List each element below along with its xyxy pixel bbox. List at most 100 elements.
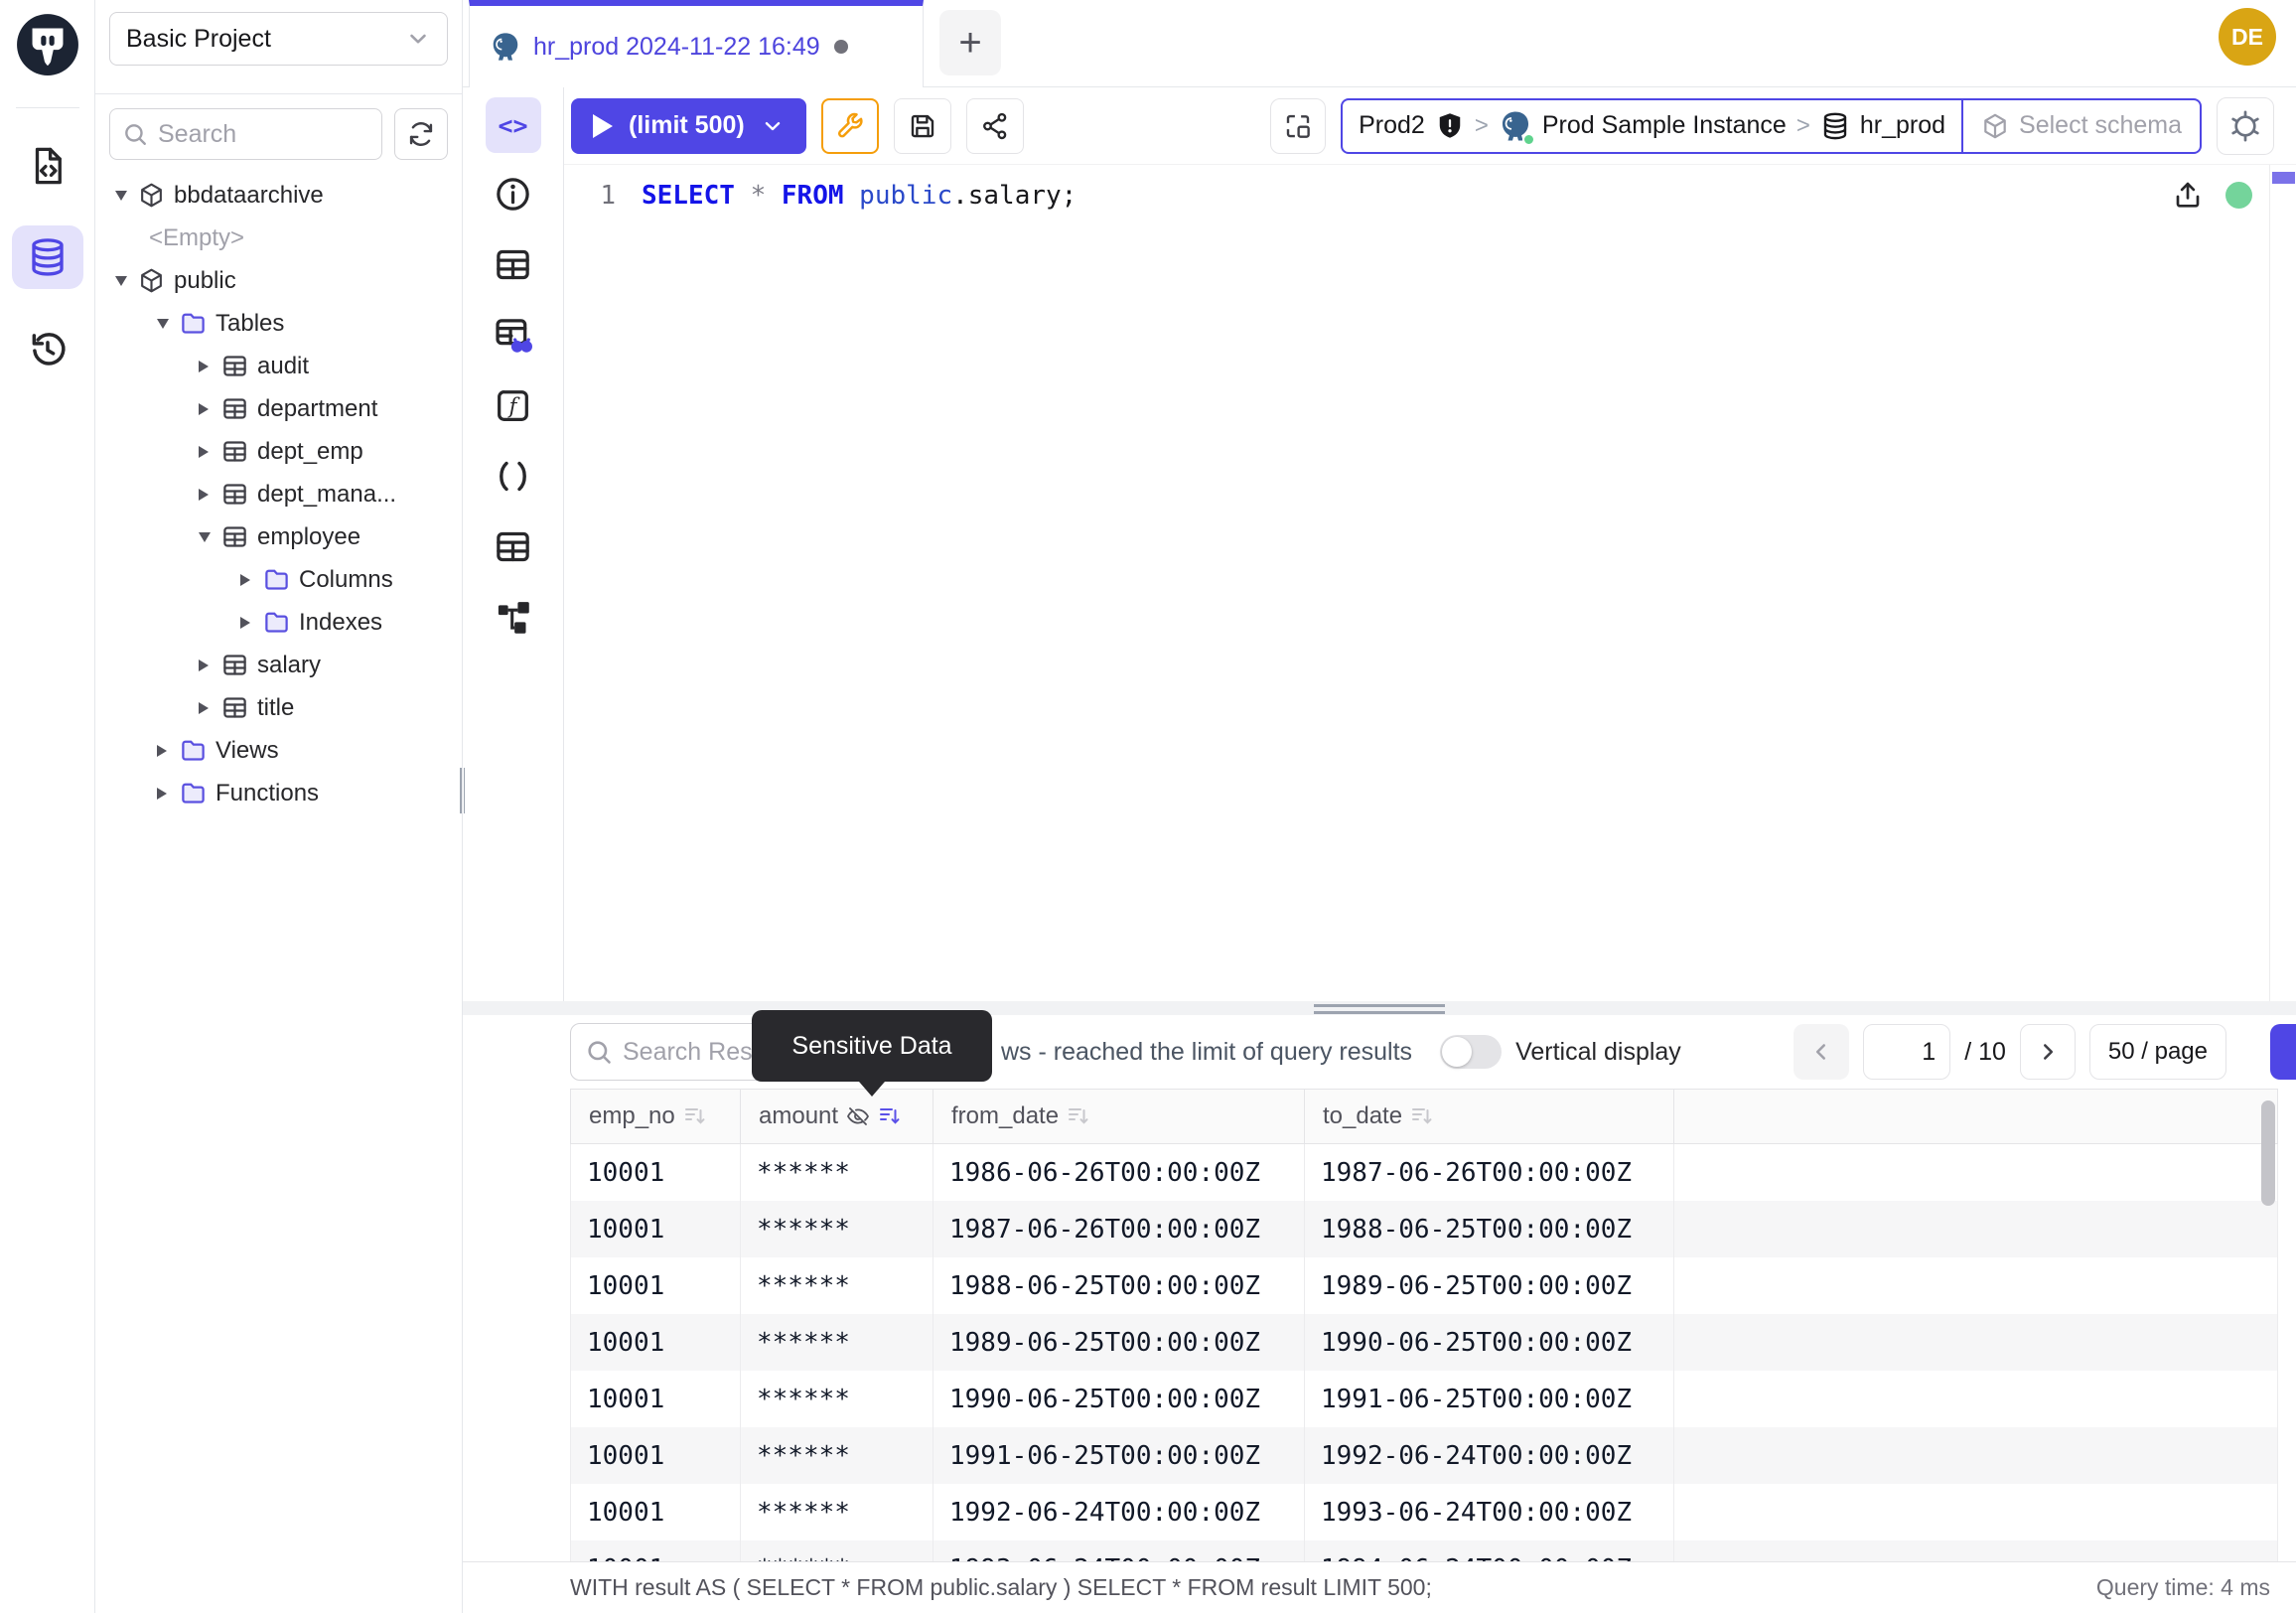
cell-masked[interactable]: ****** [741, 1371, 933, 1427]
rail-worksheet-button[interactable] [12, 134, 83, 198]
table-row[interactable]: 10001******1988-06-25T00:00:00Z1989-06-2… [571, 1257, 2277, 1314]
parentheses-icon[interactable] [494, 457, 532, 496]
cell[interactable]: 10001 [571, 1144, 741, 1201]
column-header-to-date[interactable]: to_date [1305, 1090, 1674, 1143]
bytebase-logo-icon[interactable] [15, 12, 80, 77]
avatar[interactable]: DE [2219, 8, 2276, 66]
cell-masked[interactable]: ****** [741, 1427, 933, 1484]
cell[interactable]: 10001 [571, 1484, 741, 1540]
column-header-emp-no[interactable]: emp_no [571, 1090, 741, 1143]
code-panel-toggle[interactable]: <> [486, 97, 541, 153]
cell[interactable]: 1992-06-24T00:00:00Z [1305, 1427, 1674, 1484]
sidebar-resize-handle[interactable] [460, 768, 465, 813]
vertical-display-toggle[interactable] [1440, 1035, 1502, 1069]
tree-item-employee[interactable]: employee [95, 515, 462, 558]
tree-item-functions[interactable]: Functions [95, 772, 462, 814]
page-size-select[interactable]: 50 / page [2089, 1024, 2226, 1080]
previous-page-button[interactable] [1794, 1024, 1849, 1080]
cell[interactable]: 1993-06-24T00:00:00Z [1305, 1484, 1674, 1540]
panel-resize-divider[interactable] [463, 1001, 2296, 1015]
table-row[interactable]: 10001******1993-06-24T00:00:00Z1994-06-2… [571, 1540, 2277, 1561]
tree-item-columns[interactable]: Columns [95, 558, 462, 601]
editor-overview-ruler[interactable] [2269, 165, 2296, 1001]
tree-item-tables[interactable]: Tables [95, 302, 462, 345]
cell[interactable]: 1986-06-26T00:00:00Z [933, 1144, 1305, 1201]
column-header-from-date[interactable]: from_date [933, 1090, 1305, 1143]
tree-item-department[interactable]: department [95, 387, 462, 430]
sidebar-search-input[interactable]: Search [109, 108, 382, 160]
eye-off-icon[interactable] [846, 1104, 870, 1128]
save-sheet-button[interactable] [894, 98, 951, 154]
cell[interactable]: 1990-06-25T00:00:00Z [1305, 1314, 1674, 1371]
table-row[interactable]: 10001******1992-06-24T00:00:00Z1993-06-2… [571, 1484, 2277, 1540]
scroll-thumb[interactable] [2272, 172, 2295, 184]
caret-down-icon[interactable] [157, 319, 171, 329]
cell[interactable]: 1990-06-25T00:00:00Z [933, 1371, 1305, 1427]
cell[interactable]: 1989-06-25T00:00:00Z [1305, 1257, 1674, 1314]
cell[interactable]: 1991-06-25T00:00:00Z [933, 1427, 1305, 1484]
project-selector[interactable]: Basic Project [109, 12, 448, 66]
tree-item-indexes[interactable]: Indexes [95, 601, 462, 644]
cell-masked[interactable]: ****** [741, 1201, 933, 1257]
caret-down-icon[interactable] [199, 532, 213, 542]
caret-right-icon[interactable] [199, 660, 213, 671]
refresh-schema-button[interactable] [394, 108, 448, 160]
new-tab-button[interactable]: + [939, 10, 1001, 75]
cell[interactable]: 1989-06-25T00:00:00Z [933, 1314, 1305, 1371]
worksheet-tab[interactable]: hr_prod 2024-11-22 16:49 [469, 0, 924, 87]
cell-masked[interactable]: ****** [741, 1144, 933, 1201]
sort-icon[interactable] [1410, 1104, 1434, 1128]
function-panel-icon[interactable] [494, 386, 532, 425]
cell-masked[interactable]: ****** [741, 1314, 933, 1371]
table-row[interactable]: 10001******1991-06-25T00:00:00Z1992-06-2… [571, 1427, 2277, 1484]
schema-diagram-icon[interactable] [494, 598, 532, 637]
page-number-input[interactable]: 1 [1863, 1024, 1950, 1080]
caret-right-icon[interactable] [199, 446, 213, 458]
tree-item-views[interactable]: Views [95, 729, 462, 772]
tree-item-public[interactable]: public [95, 259, 462, 302]
share-sheet-button[interactable] [966, 98, 1024, 154]
tree-item-audit[interactable]: audit [95, 345, 462, 387]
sort-icon[interactable] [1067, 1104, 1090, 1128]
sort-icon[interactable] [683, 1104, 707, 1128]
cell-masked[interactable]: ****** [741, 1484, 933, 1540]
sort-icon[interactable] [878, 1104, 902, 1128]
cell[interactable]: 1987-06-26T00:00:00Z [933, 1201, 1305, 1257]
tree-item-bbdataarchive[interactable]: bbdataarchive [95, 174, 462, 217]
export-button[interactable] [2270, 1024, 2296, 1080]
tree-item-title[interactable]: title [95, 686, 462, 729]
caret-right-icon[interactable] [199, 361, 213, 372]
tree-item-dept-emp[interactable]: dept_emp [95, 430, 462, 473]
cell-masked[interactable]: ****** [741, 1257, 933, 1314]
caret-right-icon[interactable] [157, 788, 171, 800]
table-row[interactable]: 10001******1989-06-25T00:00:00Z1990-06-2… [571, 1314, 2277, 1371]
chevron-down-icon[interactable] [761, 114, 785, 138]
schema-selector[interactable]: Select schema [1961, 100, 2200, 152]
cell[interactable]: 1988-06-25T00:00:00Z [1305, 1201, 1674, 1257]
table-row[interactable]: 10001******1990-06-25T00:00:00Z1991-06-2… [571, 1371, 2277, 1427]
table-row[interactable]: 10001******1986-06-26T00:00:00Z1987-06-2… [571, 1144, 2277, 1201]
cell[interactable]: 1991-06-25T00:00:00Z [1305, 1371, 1674, 1427]
table-panel-icon[interactable] [494, 245, 532, 284]
upload-sql-icon[interactable] [2172, 179, 2204, 211]
caret-right-icon[interactable] [240, 574, 254, 586]
cell[interactable]: 1994-06-24T00:00:00Z [1305, 1540, 1674, 1561]
cell[interactable]: 10001 [571, 1427, 741, 1484]
cell[interactable]: 10001 [571, 1540, 741, 1561]
connection-context[interactable]: Prod2 > Prod Sample Instance > hr_prod [1343, 100, 1961, 152]
ai-assistant-button[interactable] [2217, 97, 2274, 155]
masked-table-icon[interactable] [494, 316, 532, 355]
info-icon[interactable] [494, 175, 532, 214]
rail-history-button[interactable] [12, 317, 83, 380]
caret-right-icon[interactable] [199, 403, 213, 415]
admin-mode-button[interactable] [821, 98, 879, 154]
cell[interactable]: 10001 [571, 1257, 741, 1314]
rail-database-button[interactable] [12, 225, 83, 289]
cell[interactable]: 10001 [571, 1314, 741, 1371]
caret-right-icon[interactable] [199, 489, 213, 501]
cell[interactable]: 1987-06-26T00:00:00Z [1305, 1144, 1674, 1201]
sql-editor[interactable]: 1 SELECT * FROM public.salary; [564, 164, 2296, 1001]
next-page-button[interactable] [2020, 1024, 2076, 1080]
caret-down-icon[interactable] [115, 276, 129, 286]
cell[interactable]: 10001 [571, 1371, 741, 1427]
